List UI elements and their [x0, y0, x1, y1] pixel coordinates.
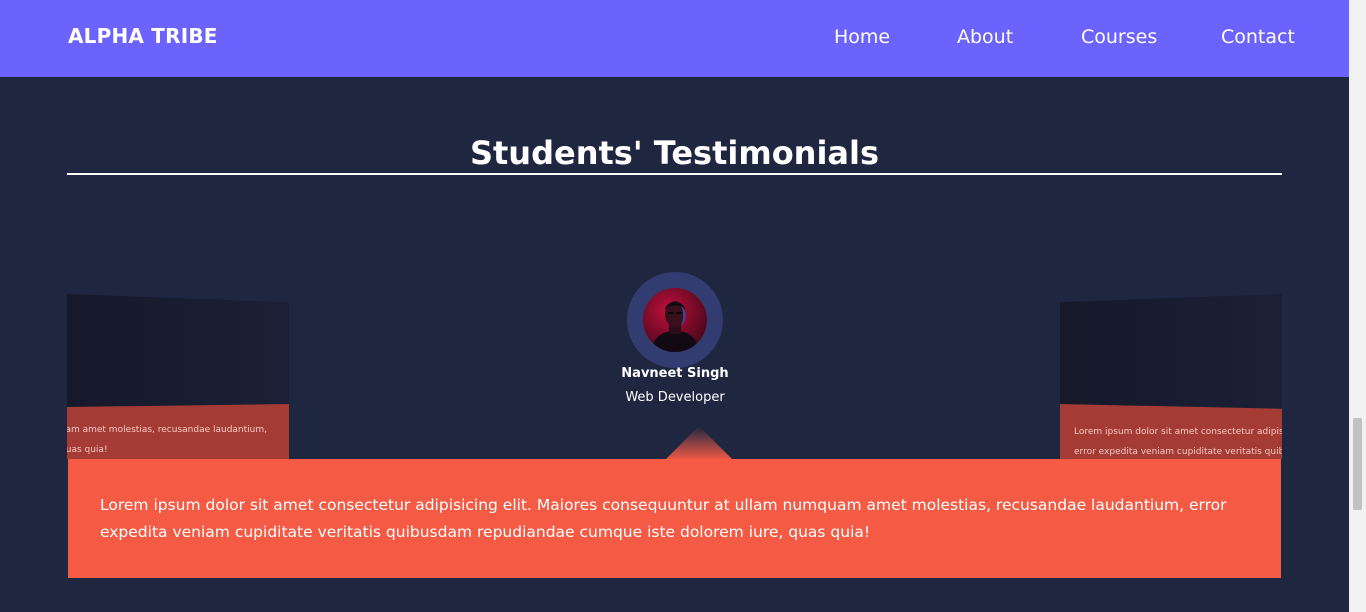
testimonial-quote: Lorem ipsum dolor sit amet consectetur a… [100, 496, 1227, 541]
testimonial-role: Web Developer [625, 390, 725, 405]
scrollbar-thumb[interactable] [1353, 418, 1362, 510]
nav-link-courses[interactable]: Courses [1081, 26, 1157, 48]
testimonial-card-previous[interactable]: umquam amet molestias, recusandae laudan… [67, 294, 289, 459]
snippet-line: error expedita veniam cupiditate veritat… [1074, 447, 1282, 457]
title-underline [67, 173, 1282, 175]
section-title: Students' Testimonials [469, 134, 880, 172]
avatar-portrait-icon [651, 301, 699, 352]
testimonial-quote-box: Lorem ipsum dolor sit amet consectetur a… [68, 459, 1281, 578]
testimonial-name: Navneet Singh [621, 366, 729, 381]
navbar: ALPHA TRIBE Home About Courses Contact [0, 0, 1349, 77]
page-scrollbar[interactable] [1349, 0, 1366, 612]
card-quote-snippet: umquam amet molestias, recusandae laudan… [67, 420, 267, 459]
nav-link-contact[interactable]: Contact [1221, 26, 1295, 48]
avatar [643, 288, 707, 352]
avatar-ring [627, 272, 723, 368]
snippet-line: Lorem ipsum dolor sit amet consectetur a… [1074, 427, 1282, 437]
nav-link-about[interactable]: About [957, 26, 1013, 48]
card-quote-snippet: Lorem ipsum dolor sit amet consectetur a… [1074, 422, 1282, 459]
snippet-line: ure, quas quia! [67, 445, 108, 455]
nav-link-home[interactable]: Home [834, 26, 890, 48]
testimonial-card-next[interactable]: Lorem ipsum dolor sit amet consectetur a… [1060, 294, 1282, 459]
snippet-line: umquam amet molestias, recusandae laudan… [67, 425, 267, 435]
brand-logo[interactable]: ALPHA TRIBE [68, 24, 218, 48]
quote-pointer [665, 426, 733, 460]
